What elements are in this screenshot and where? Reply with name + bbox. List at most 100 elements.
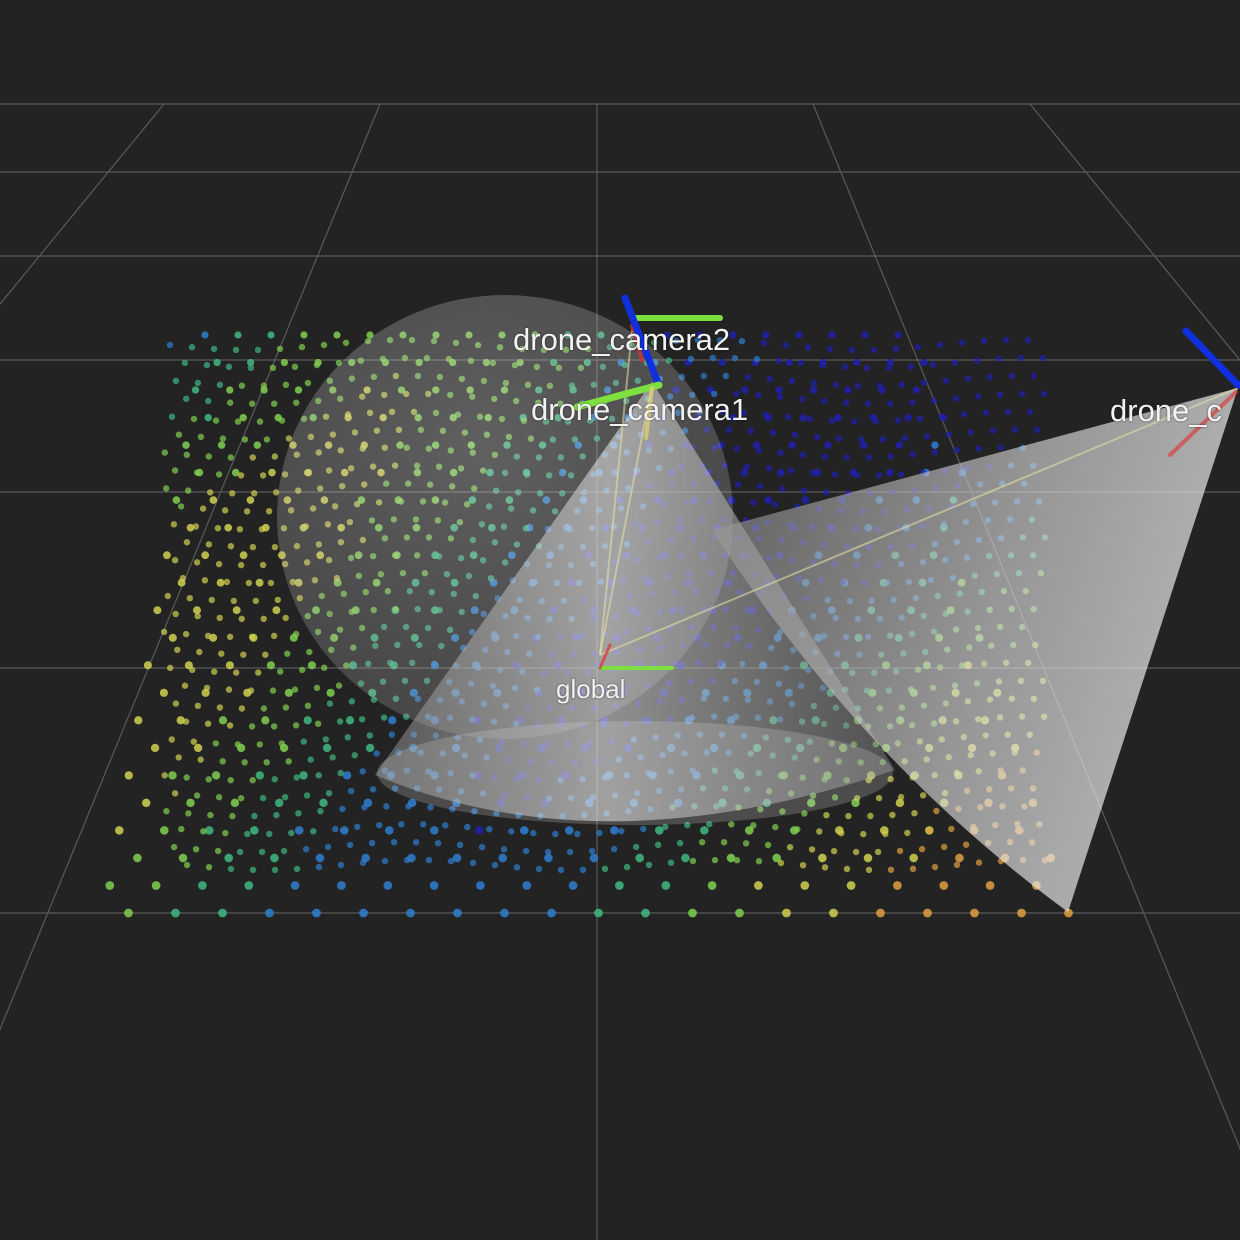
cloud-point [252, 597, 259, 605]
frame-label-drone-camera3: drone_c [1110, 393, 1223, 428]
cloud-point [290, 881, 300, 890]
cloud-point [931, 863, 939, 871]
cloud-point [186, 798, 195, 808]
cloud-point [769, 429, 777, 436]
cloud-point [420, 821, 427, 828]
cloud-point [183, 451, 190, 458]
cloud-point [274, 596, 281, 604]
3d-viewport[interactable] [0, 0, 1240, 1240]
cloud-point [105, 881, 115, 890]
cloud-point [193, 743, 203, 753]
cloud-point [337, 769, 344, 777]
cloud-point [777, 393, 784, 400]
cloud-point [588, 847, 596, 855]
cloud-point [1002, 336, 1010, 344]
cloud-point [942, 377, 950, 384]
cloud-point [251, 812, 258, 820]
cloud-point [698, 839, 706, 846]
cloud-point [916, 415, 924, 422]
cloud-point [772, 823, 779, 831]
cloud-point [729, 331, 737, 339]
cloud-point [298, 343, 306, 351]
cloud-point [989, 427, 997, 434]
cloud-point [522, 881, 532, 890]
cloud-point [850, 418, 858, 425]
cloud-point [834, 413, 842, 422]
cloud-point [201, 577, 209, 584]
cloud-point [269, 364, 277, 371]
cloud-point [260, 705, 268, 712]
cloud-point [766, 375, 774, 382]
cloud-point [294, 386, 303, 394]
cloud-point [940, 843, 948, 851]
cloud-point [953, 861, 961, 868]
cloud-point [429, 881, 439, 890]
cloud-point [565, 826, 574, 835]
cloud-point [141, 798, 151, 808]
cloud-point [234, 418, 242, 425]
cloud-point [809, 386, 818, 394]
cloud-point [177, 503, 185, 510]
cloud-point [975, 445, 982, 452]
cloud-point [926, 827, 933, 835]
cloud-point [171, 467, 179, 474]
cloud-point [194, 379, 202, 387]
cloud-point [168, 771, 177, 780]
cloud-point [557, 866, 565, 874]
cloud-point [260, 615, 267, 622]
cloud-point [931, 449, 938, 456]
cloud-point [214, 847, 222, 855]
cloud-point [801, 496, 810, 504]
cloud-point [931, 441, 939, 449]
cloud-point [226, 633, 234, 640]
cloud-point [281, 794, 289, 801]
cloud-point [500, 846, 508, 853]
cloud-point [522, 847, 530, 855]
cloud-point [919, 792, 927, 799]
cloud-point [227, 399, 234, 406]
cloud-point [799, 862, 807, 869]
cloud-point [307, 756, 314, 763]
cloud-point [143, 661, 152, 670]
cloud-point [945, 431, 953, 438]
cloud-point [920, 358, 928, 367]
cloud-point [995, 355, 1003, 363]
cloud-point [207, 489, 214, 496]
cloud-point [828, 331, 836, 339]
cloud-point [829, 908, 838, 918]
cloud-point [973, 357, 981, 364]
cloud-point [830, 847, 838, 855]
cloud-point [239, 551, 248, 560]
cloud-point [302, 846, 310, 853]
cloud-point [894, 417, 902, 424]
cloud-point [230, 798, 240, 808]
cloud-point [326, 700, 334, 707]
cloud-point [390, 839, 398, 846]
cloud-point [876, 908, 885, 918]
cloud-point [266, 661, 275, 670]
cloud-point [293, 399, 300, 406]
cloud-point [955, 853, 964, 863]
cloud-point [238, 382, 246, 389]
cloud-point [214, 525, 222, 532]
cloud-point [161, 772, 168, 779]
cloud-point [1017, 908, 1026, 918]
cloud-point [953, 395, 960, 402]
cloud-point [183, 774, 190, 781]
cloud-point [640, 825, 647, 833]
cloud-point [236, 848, 244, 856]
cloud-point [795, 331, 803, 339]
cloud-point [821, 864, 829, 871]
cloud-point [303, 792, 311, 799]
cloud-point [336, 718, 344, 725]
cloud-point [181, 359, 189, 367]
cloud-point [205, 541, 213, 548]
cloud-point [124, 908, 133, 918]
cloud-point [255, 771, 265, 780]
cloud-point [250, 826, 259, 835]
cloud-point [192, 523, 200, 530]
cloud-point [800, 881, 810, 890]
cloud-point [853, 358, 861, 367]
cloud-point [162, 551, 171, 560]
cloud-point [1008, 372, 1016, 380]
